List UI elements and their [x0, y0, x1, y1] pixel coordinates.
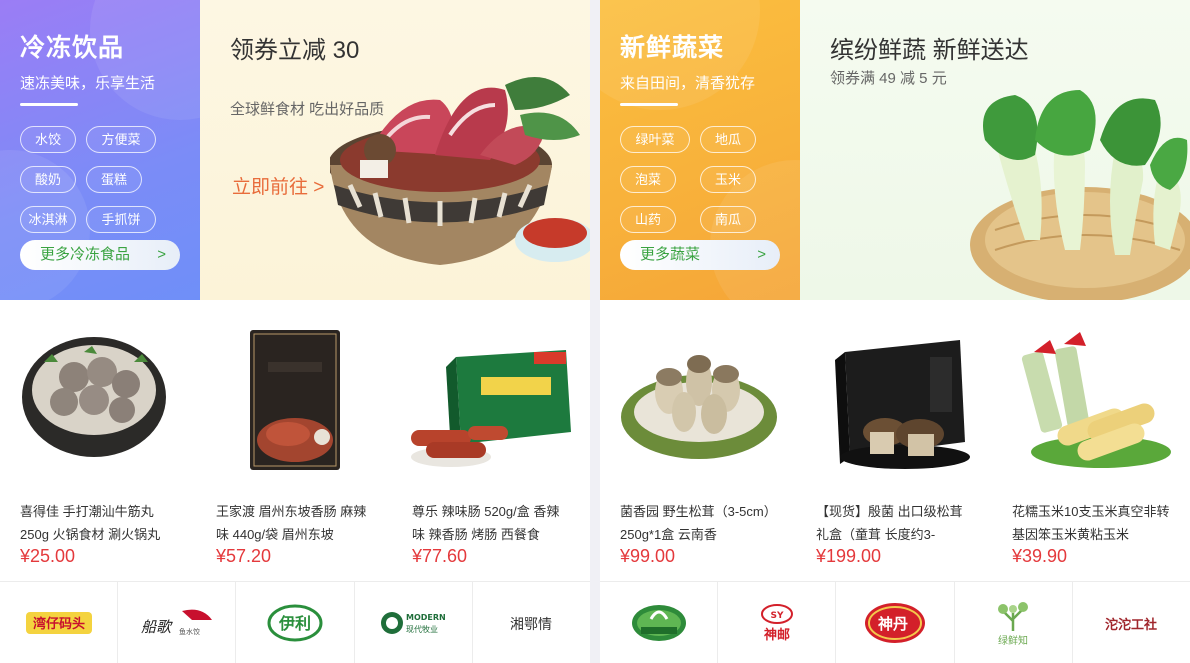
- chuange-logo: 船歌 鱼水饺: [141, 609, 212, 636]
- banner-desc: 领券满 49 减 5 元: [830, 70, 947, 87]
- page: 冷冻饮品 速冻美味，乐享生活 水饺 方便菜 酸奶 蛋糕 冰淇淋 手抓饼 更多冷冻…: [0, 0, 1190, 663]
- brand-logo-shenyou[interactable]: SY 神邮: [718, 582, 837, 663]
- more-frozen-button[interactable]: 更多冷冻食品 >: [20, 240, 180, 270]
- svg-text:神邮: 神邮: [764, 627, 790, 643]
- more-vegetables-button[interactable]: 更多蔬菜 >: [620, 240, 780, 270]
- tag-suannai[interactable]: 酸奶: [20, 166, 76, 193]
- product-card[interactable]: 菌香园 野生松茸（3-5cm）250g*1盒 云南香 ¥99.00: [600, 300, 796, 581]
- svg-text:湘鄂情: 湘鄂情: [510, 617, 552, 633]
- fujia-logo: [631, 604, 686, 641]
- category-tags: 绿叶菜 地瓜 泡菜 玉米 山药 南瓜: [620, 126, 780, 233]
- product-card[interactable]: 王家渡 眉州东坡香肠 麻辣味 440g/袋 眉州东坡 ¥57.20: [196, 300, 392, 581]
- brand-logo-modern[interactable]: MODERN 现代牧业: [355, 582, 473, 663]
- product-name[interactable]: 喜得佳 手打潮汕牛筋丸 250g 火锅食材 涮火锅丸: [20, 500, 178, 546]
- bok-choy-image: [970, 90, 1190, 300]
- svg-text:绿鲜知: 绿鲜知: [998, 634, 1028, 647]
- title-underline: [20, 103, 78, 106]
- brand-logo-tuotuo[interactable]: 沱沱工社: [1073, 582, 1190, 663]
- svg-text:SY: SY: [770, 611, 783, 621]
- brand-logo-shendan[interactable]: 神丹: [836, 582, 955, 663]
- tag-shanyao[interactable]: 山药: [620, 206, 676, 233]
- category-title[interactable]: 新鲜蔬菜: [620, 28, 780, 64]
- shenyou-logo: SY 神邮: [760, 603, 793, 643]
- brand-logo-fujia[interactable]: [600, 582, 719, 663]
- lvxianzhi-logo: 绿鲜知: [998, 601, 1029, 647]
- frozen-brand-bar: 湾仔码头 船歌 鱼水饺 伊利 MODERN 现代牧业 湘鄂情: [0, 581, 590, 663]
- brand-logo-xiangeqing[interactable]: 湘鄂情: [473, 582, 590, 663]
- xiangeqing-logo: 湘鄂情: [510, 617, 552, 633]
- svg-text:鱼水饺: 鱼水饺: [179, 627, 200, 636]
- tag-lvyecai[interactable]: 绿叶菜: [620, 126, 690, 153]
- hotpot-image: [330, 77, 590, 265]
- product-price: ¥39.90: [1012, 546, 1068, 566]
- yili-logo: 伊利: [267, 604, 323, 641]
- product-price: ¥99.00: [620, 546, 676, 566]
- product-name[interactable]: 王家渡 眉州东坡香肠 麻辣味 440g/袋 眉州东坡: [216, 500, 374, 546]
- banner-title: 缤纷鲜蔬 新鲜送达: [830, 37, 1029, 64]
- tag-fangbiancai[interactable]: 方便菜: [86, 126, 156, 153]
- svg-text:沱沱工社: 沱沱工社: [1105, 617, 1157, 633]
- product-card[interactable]: 花糯玉米10支玉米真空非转基因笨玉米黄粘玉米 ¥39.90: [992, 300, 1188, 581]
- vegetable-brand-bar: SY 神邮 神丹 绿鲜知 沱沱工社: [600, 581, 1190, 663]
- sausage-package-image: [250, 330, 340, 470]
- chevron-right-icon: >: [757, 246, 766, 263]
- brand-logo-lvxianzhi[interactable]: 绿鲜知: [955, 582, 1073, 663]
- product-price: ¥25.00: [20, 546, 76, 566]
- product-price: ¥199.00: [816, 546, 882, 566]
- shendan-logo: 神丹: [865, 602, 925, 643]
- modern-dairy-logo: MODERN 现代牧业: [381, 611, 446, 634]
- product-name[interactable]: 尊乐 辣味肠 520g/盒 香辣味 辣香肠 烤肠 西餐食: [412, 500, 570, 546]
- tag-shouzhuabing[interactable]: 手抓饼: [86, 206, 156, 233]
- matsutake-image: [621, 355, 777, 459]
- vegetable-product-list: 菌香园 野生松茸（3-5cm）250g*1盒 云南香 ¥99.00 【现货】殷菌…: [600, 300, 1190, 581]
- product-price: ¥57.20: [216, 546, 272, 566]
- frozen-category-panel: 冷冻饮品 速冻美味，乐享生活 水饺 方便菜 酸奶 蛋糕 冰淇淋 手抓饼 更多冷冻…: [0, 0, 200, 300]
- category-title[interactable]: 冷冻饮品: [20, 28, 180, 64]
- product-card[interactable]: 【现货】殷菌 出口级松茸礼盒（童茸 长度约3- ¥199.00: [796, 300, 992, 581]
- product-price: ¥77.60: [412, 546, 468, 566]
- svg-text:现代牧业: 现代牧业: [406, 624, 438, 634]
- brand-logo-wanzai[interactable]: 湾仔码头: [0, 582, 119, 663]
- product-name[interactable]: 【现货】殷菌 出口级松茸礼盒（童茸 长度约3-: [816, 500, 974, 546]
- brand-logo-chuange[interactable]: 船歌 鱼水饺: [118, 582, 237, 663]
- chevron-right-icon: >: [157, 246, 166, 263]
- svg-text:神丹: 神丹: [878, 615, 908, 633]
- product-card[interactable]: 喜得佳 手打潮汕牛筋丸 250g 火锅食材 涮火锅丸 ¥25.00: [0, 300, 196, 581]
- vegetable-section: 新鲜蔬菜 来自田间，清香犹存 绿叶菜 地瓜 泡菜 玉米 山药 南瓜 更多蔬菜 >…: [600, 0, 1190, 663]
- category-tags: 水饺 方便菜 酸奶 蛋糕 冰淇淋 手抓饼: [20, 126, 180, 233]
- svg-text:船歌: 船歌: [141, 618, 173, 636]
- tag-digua[interactable]: 地瓜: [700, 126, 756, 153]
- tag-yumi[interactable]: 玉米: [700, 166, 756, 193]
- frozen-product-list: 喜得佳 手打潮汕牛筋丸 250g 火锅食材 涮火锅丸 ¥25.00 王家渡 眉州…: [0, 300, 590, 581]
- frozen-promo-banner[interactable]: 领券立减 30 全球鲜食材 吃出好品质 立即前往 >: [200, 0, 590, 300]
- svg-text:湾仔码头: 湾仔码头: [33, 616, 85, 632]
- spicy-sausage-box-image: [411, 350, 571, 467]
- matsutake-giftbox-image: [835, 340, 970, 469]
- tag-nangua[interactable]: 南瓜: [700, 206, 756, 233]
- title-underline: [620, 103, 678, 106]
- vegetable-promo-banner[interactable]: 缤纷鲜蔬 新鲜送达 领券满 49 减 5 元: [800, 0, 1190, 300]
- tag-bingqilin[interactable]: 冰淇淋: [20, 206, 76, 233]
- svg-text:MODERN: MODERN: [406, 613, 446, 622]
- tag-shuijiao[interactable]: 水饺: [20, 126, 76, 153]
- frozen-section: 冷冻饮品 速冻美味，乐享生活 水饺 方便菜 酸奶 蛋糕 冰淇淋 手抓饼 更多冷冻…: [0, 0, 590, 663]
- tag-paocai[interactable]: 泡菜: [620, 166, 676, 193]
- product-name[interactable]: 菌香园 野生松茸（3-5cm）250g*1盒 云南香: [620, 500, 778, 546]
- svg-text:伊利: 伊利: [278, 614, 311, 633]
- tag-dangao[interactable]: 蛋糕: [86, 166, 142, 193]
- category-subtitle: 来自田间，清香犹存: [620, 75, 756, 92]
- corn-image: [1021, 332, 1171, 468]
- product-name[interactable]: 花糯玉米10支玉米真空非转基因笨玉米黄粘玉米: [1012, 500, 1170, 546]
- more-button-label: 更多蔬菜: [640, 246, 701, 263]
- more-button-label: 更多冷冻食品: [40, 246, 131, 263]
- wanzai-logo: 湾仔码头: [25, 611, 92, 634]
- vegetable-category-panel: 新鲜蔬菜 来自田间，清香犹存 绿叶菜 地瓜 泡菜 玉米 山药 南瓜 更多蔬菜 >: [600, 0, 800, 300]
- meatball-soup-image: [22, 337, 166, 457]
- banner-cta-link[interactable]: 立即前往 >: [232, 172, 324, 199]
- tuotuo-logo: 沱沱工社: [1105, 617, 1157, 633]
- product-card[interactable]: 尊乐 辣味肠 520g/盒 香辣味 辣香肠 烤肠 西餐食 ¥77.60: [392, 300, 588, 581]
- category-subtitle: 速冻美味，乐享生活: [20, 75, 156, 92]
- brand-logo-yili[interactable]: 伊利: [236, 582, 355, 663]
